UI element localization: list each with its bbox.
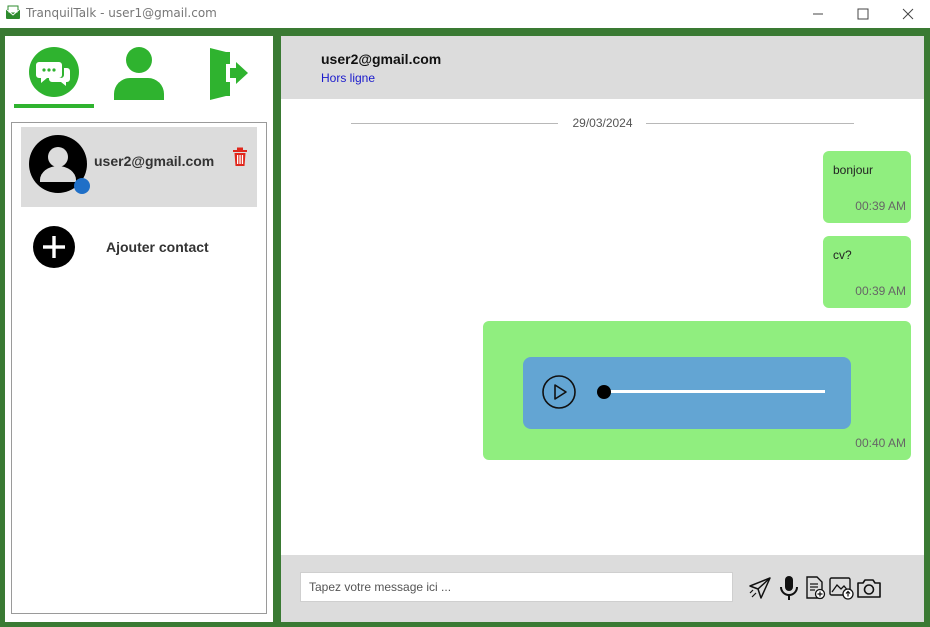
contact-list: user2@gmail.com Ajouter contact xyxy=(11,122,267,614)
microphone-button[interactable] xyxy=(776,575,802,601)
message-bubble[interactable]: bonjour 00:39 AM xyxy=(823,151,911,223)
date-separator: 29/03/2024 xyxy=(351,116,854,132)
close-icon xyxy=(902,8,914,19)
audio-progress-knob[interactable] xyxy=(597,385,611,399)
chat-header: user2@gmail.com Hors ligne xyxy=(281,36,924,99)
plus-circle-icon xyxy=(33,226,75,268)
message-time: 00:39 AM xyxy=(855,199,906,213)
audio-player xyxy=(523,357,851,429)
message-time: 00:39 AM xyxy=(855,284,906,298)
app-frame: user2@gmail.com Ajouter contact user2@gm… xyxy=(0,28,930,627)
close-button[interactable] xyxy=(885,0,930,27)
message-time: 00:40 AM xyxy=(855,436,906,450)
image-upload-icon xyxy=(829,577,854,600)
audio-progress-track[interactable] xyxy=(605,390,825,393)
app-logo-icon xyxy=(5,5,21,19)
divider xyxy=(646,123,854,124)
chat-panel: user2@gmail.com Hors ligne 29/03/2024 bo… xyxy=(281,36,924,622)
minimize-button[interactable] xyxy=(795,0,841,27)
message-text: cv? xyxy=(833,248,852,262)
presence-dot-icon xyxy=(74,178,90,194)
play-icon[interactable] xyxy=(541,374,577,410)
message-text: bonjour xyxy=(833,163,874,177)
chat-bubbles-icon xyxy=(29,47,79,97)
attach-document-button[interactable] xyxy=(802,575,828,601)
message-input[interactable] xyxy=(300,572,733,602)
send-button[interactable] xyxy=(747,575,773,601)
minimize-icon xyxy=(813,13,823,14)
add-contact-label: Ajouter contact xyxy=(106,239,209,255)
tab-profile[interactable] xyxy=(99,46,179,116)
document-icon xyxy=(806,576,826,600)
camera-icon xyxy=(857,579,881,598)
user-icon xyxy=(114,47,164,100)
peer-name: user2@gmail.com xyxy=(321,51,442,67)
contact-item[interactable]: user2@gmail.com xyxy=(21,127,257,207)
logout-door-icon xyxy=(210,48,248,100)
camera-button[interactable] xyxy=(856,575,882,601)
active-tab-indicator xyxy=(14,104,94,108)
trash-icon[interactable] xyxy=(232,147,248,167)
maximize-icon xyxy=(857,8,869,19)
peer-status: Hors ligne xyxy=(321,71,376,85)
audio-message-bubble: 00:40 AM xyxy=(483,321,911,460)
composer-bar xyxy=(281,555,924,622)
tab-logout[interactable] xyxy=(183,46,263,116)
attach-image-button[interactable] xyxy=(829,575,855,601)
sidebar: user2@gmail.com Ajouter contact xyxy=(5,36,273,622)
maximize-button[interactable] xyxy=(840,0,886,27)
window-title: TranquilTalk - user1@gmail.com xyxy=(26,6,217,20)
microphone-icon xyxy=(780,576,798,600)
message-bubble[interactable]: cv? 00:39 AM xyxy=(823,236,911,308)
contact-email: user2@gmail.com xyxy=(94,153,215,169)
title-bar: TranquilTalk - user1@gmail.com xyxy=(0,0,930,27)
send-icon xyxy=(749,577,771,599)
add-contact-button[interactable]: Ajouter contact xyxy=(24,223,260,269)
